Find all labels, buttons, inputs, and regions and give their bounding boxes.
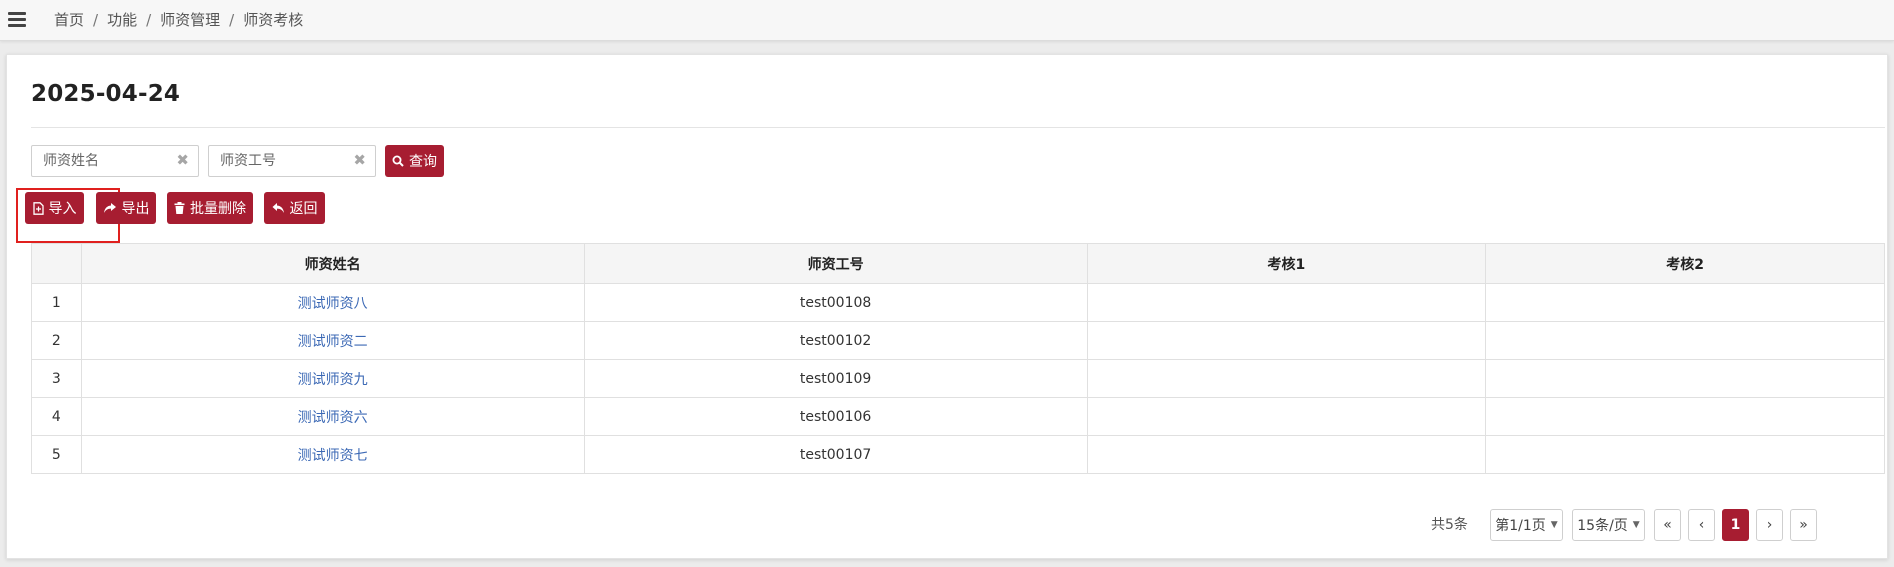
teacher-name-input[interactable] <box>32 146 198 176</box>
teacher-exam-table: 师资姓名 师资工号 考核1 考核2 1 测试师资八 test00108 2 测试… <box>31 243 1885 474</box>
exam-2-cell <box>1485 397 1885 436</box>
teacher-name-link[interactable]: 测试师资二 <box>298 334 368 350</box>
back-label: 返回 <box>289 201 318 217</box>
page-size-label: 15条/页 <box>1577 518 1628 534</box>
export-label: 导出 <box>121 201 150 217</box>
exam-2-cell <box>1485 283 1885 322</box>
exam-1-cell <box>1086 359 1487 398</box>
row-index: 4 <box>31 397 82 436</box>
hamburger-icon[interactable] <box>8 12 26 28</box>
table-row: 2 测试师资二 test00102 <box>31 321 1885 360</box>
teacher-name-link[interactable]: 测试师资八 <box>298 296 368 312</box>
breadcrumb-separator: / <box>93 11 99 29</box>
back-button[interactable]: 返回 <box>264 192 325 224</box>
page-info-dropdown[interactable]: 第1/1页 ▼ <box>1490 509 1563 541</box>
table-row: 5 测试师资七 test00107 <box>31 435 1885 474</box>
row-index: 3 <box>31 359 82 398</box>
teacher-id-cell: test00106 <box>583 397 1088 436</box>
top-nav-bar: 首页 / 功能 / 师资管理 / 师资考核 <box>0 0 1894 41</box>
chevron-down-icon: ▼ <box>1550 520 1558 530</box>
teacher-id-cell: test00102 <box>583 321 1088 360</box>
share-arrow-icon <box>103 202 117 214</box>
export-button[interactable]: 导出 <box>96 192 156 224</box>
import-button[interactable]: 导入 <box>25 192 84 224</box>
exam-2-cell <box>1485 359 1885 398</box>
teacher-id-cell: test00109 <box>583 359 1088 398</box>
breadcrumb: 首页 / 功能 / 师资管理 / 师资考核 <box>54 0 303 41</box>
exam-1-cell <box>1086 283 1487 322</box>
teacher-id-field: ✖ <box>208 145 376 177</box>
table-row: 4 测试师资六 test00106 <box>31 397 1885 436</box>
table-row: 3 测试师资九 test00109 <box>31 359 1885 398</box>
teacher-name-field: ✖ <box>31 145 199 177</box>
breadcrumb-current: 师资考核 <box>243 11 304 29</box>
batch-delete-label: 批量删除 <box>190 201 246 217</box>
search-icon <box>392 155 404 167</box>
name-cell: 测试师资九 <box>80 359 585 398</box>
chevron-down-icon: ▼ <box>1632 520 1640 530</box>
header-exam-2[interactable]: 考核2 <box>1485 243 1885 284</box>
header-teacher-id[interactable]: 师资工号 <box>583 243 1088 284</box>
teacher-id-cell: test00108 <box>583 283 1088 322</box>
breadcrumb-separator: / <box>146 11 152 29</box>
exam-1-cell <box>1086 321 1487 360</box>
teacher-name-link[interactable]: 测试师资九 <box>298 372 368 388</box>
exam-2-cell <box>1485 321 1885 360</box>
page-info-label: 第1/1页 <box>1495 518 1546 534</box>
teacher-id-input[interactable] <box>209 146 375 176</box>
reply-arrow-icon <box>272 202 285 214</box>
last-page-button[interactable]: » <box>1790 509 1817 541</box>
teacher-name-link[interactable]: 测试师资六 <box>298 410 368 426</box>
table-row: 1 测试师资八 test00108 <box>31 283 1885 322</box>
query-label: 查询 <box>409 154 437 170</box>
clear-name-icon[interactable]: ✖ <box>176 151 189 169</box>
main-panel: 2025-04-24 ✖ ✖ 查询 导入 导出 批量删除 返 <box>6 54 1888 559</box>
prev-page-button[interactable]: ‹ <box>1688 509 1715 541</box>
header-exam-1[interactable]: 考核1 <box>1086 243 1487 284</box>
teacher-name-link[interactable]: 测试师资七 <box>298 448 368 464</box>
name-cell: 测试师资八 <box>80 283 585 322</box>
trash-icon <box>174 202 185 214</box>
name-cell: 测试师资六 <box>80 397 585 436</box>
import-label: 导入 <box>48 201 77 217</box>
query-button[interactable]: 查询 <box>385 145 444 177</box>
name-cell: 测试师资二 <box>80 321 585 360</box>
header-index <box>31 243 82 284</box>
exam-1-cell <box>1086 435 1487 474</box>
batch-delete-button[interactable]: 批量删除 <box>167 192 253 224</box>
breadcrumb-function[interactable]: 功能 <box>107 11 137 29</box>
first-page-button[interactable]: « <box>1654 509 1681 541</box>
breadcrumb-home[interactable]: 首页 <box>54 11 84 29</box>
name-cell: 测试师资七 <box>80 435 585 474</box>
next-page-button[interactable]: › <box>1756 509 1783 541</box>
row-index: 1 <box>31 283 82 322</box>
title-divider <box>31 127 1885 128</box>
page-size-dropdown[interactable]: 15条/页 ▼ <box>1572 509 1645 541</box>
file-import-icon <box>32 201 44 215</box>
exam-1-cell <box>1086 397 1487 436</box>
pagination-total: 共5条 <box>1431 517 1468 533</box>
breadcrumb-separator: / <box>229 11 235 29</box>
clear-id-icon[interactable]: ✖ <box>353 151 366 169</box>
header-teacher-name[interactable]: 师资姓名 <box>80 243 585 284</box>
exam-2-cell <box>1485 435 1885 474</box>
table-header-row: 师资姓名 师资工号 考核1 考核2 <box>31 243 1885 284</box>
teacher-id-cell: test00107 <box>583 435 1088 474</box>
current-page-button[interactable]: 1 <box>1722 509 1749 541</box>
row-index: 2 <box>31 321 82 360</box>
page-title: 2025-04-24 <box>31 81 181 107</box>
breadcrumb-teacher-management[interactable]: 师资管理 <box>160 11 220 29</box>
row-index: 5 <box>31 435 82 474</box>
